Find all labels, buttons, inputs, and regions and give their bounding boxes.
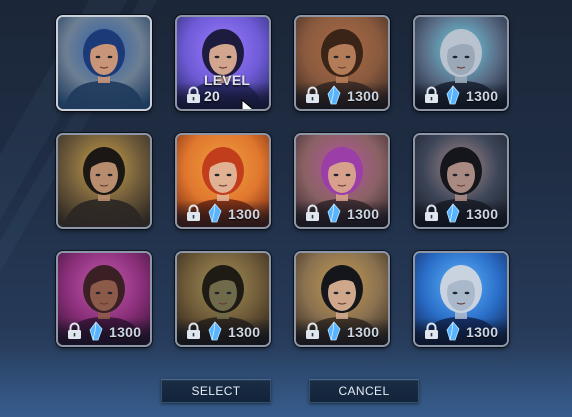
unlock-cost: 1300	[109, 324, 142, 340]
lock-overlay: 1300	[177, 318, 269, 345]
portrait-card-7[interactable]: 1300	[294, 133, 390, 229]
mouse-cursor-icon	[241, 99, 254, 109]
crystal-shard-icon	[446, 203, 460, 223]
lock-icon	[187, 86, 200, 103]
lock-icon	[425, 204, 438, 221]
lock-overlay: 1300	[296, 200, 388, 227]
lock-icon	[425, 86, 438, 103]
portrait-image	[58, 17, 150, 109]
select-button[interactable]: SELECT	[161, 379, 271, 403]
crystal-shard-icon	[446, 321, 460, 341]
portrait-card-8[interactable]: 1300	[413, 133, 509, 229]
crystal-shard-icon	[89, 321, 103, 341]
portrait-card-4[interactable]: 1300	[413, 15, 509, 111]
unlock-cost: 1300	[347, 206, 380, 222]
lock-icon	[306, 86, 319, 103]
unlock-cost: 1300	[347, 324, 380, 340]
portrait-grid: LEVEL 20 1300 1300 1300 1300 1300 1300 1300 1300…	[56, 15, 509, 347]
unlock-cost: 1300	[347, 88, 380, 104]
lock-overlay: 1300	[415, 82, 507, 109]
portrait-card-9[interactable]: 1300	[56, 251, 152, 347]
portrait-card-1[interactable]	[56, 15, 152, 111]
unlock-cost: 1300	[228, 206, 261, 222]
unlock-cost: 1300	[228, 324, 261, 340]
level-requirement: LEVEL 20	[204, 72, 250, 104]
crystal-shard-icon	[327, 321, 341, 341]
portrait-card-6[interactable]: 1300	[175, 133, 271, 229]
unlock-cost: 1300	[466, 206, 499, 222]
portrait-card-2[interactable]: LEVEL 20	[175, 15, 271, 111]
background-glow	[0, 347, 572, 417]
unlock-cost: 1300	[466, 324, 499, 340]
portrait-card-3[interactable]: 1300	[294, 15, 390, 111]
lock-icon	[425, 322, 438, 339]
lock-icon	[187, 322, 200, 339]
lock-overlay: 1300	[296, 82, 388, 109]
portrait-image	[58, 135, 150, 227]
lock-overlay: 1300	[415, 200, 507, 227]
lock-overlay: 1300	[415, 318, 507, 345]
lock-overlay: 1300	[296, 318, 388, 345]
lock-icon	[306, 322, 319, 339]
lock-icon	[187, 204, 200, 221]
crystal-shard-icon	[446, 85, 460, 105]
crystal-shard-icon	[208, 203, 222, 223]
portrait-card-5[interactable]	[56, 133, 152, 229]
crystal-shard-icon	[327, 203, 341, 223]
portrait-card-10[interactable]: 1300	[175, 251, 271, 347]
lock-overlay: LEVEL 20	[177, 72, 269, 109]
crystal-shard-icon	[327, 85, 341, 105]
crystal-shard-icon	[208, 321, 222, 341]
lock-overlay: 1300	[58, 318, 150, 345]
unlock-cost: 1300	[466, 88, 499, 104]
lock-icon	[68, 322, 81, 339]
portrait-card-12[interactable]: 1300	[413, 251, 509, 347]
lock-overlay: 1300	[177, 200, 269, 227]
cancel-button[interactable]: CANCEL	[309, 379, 419, 403]
lock-icon	[306, 204, 319, 221]
portrait-card-11[interactable]: 1300	[294, 251, 390, 347]
